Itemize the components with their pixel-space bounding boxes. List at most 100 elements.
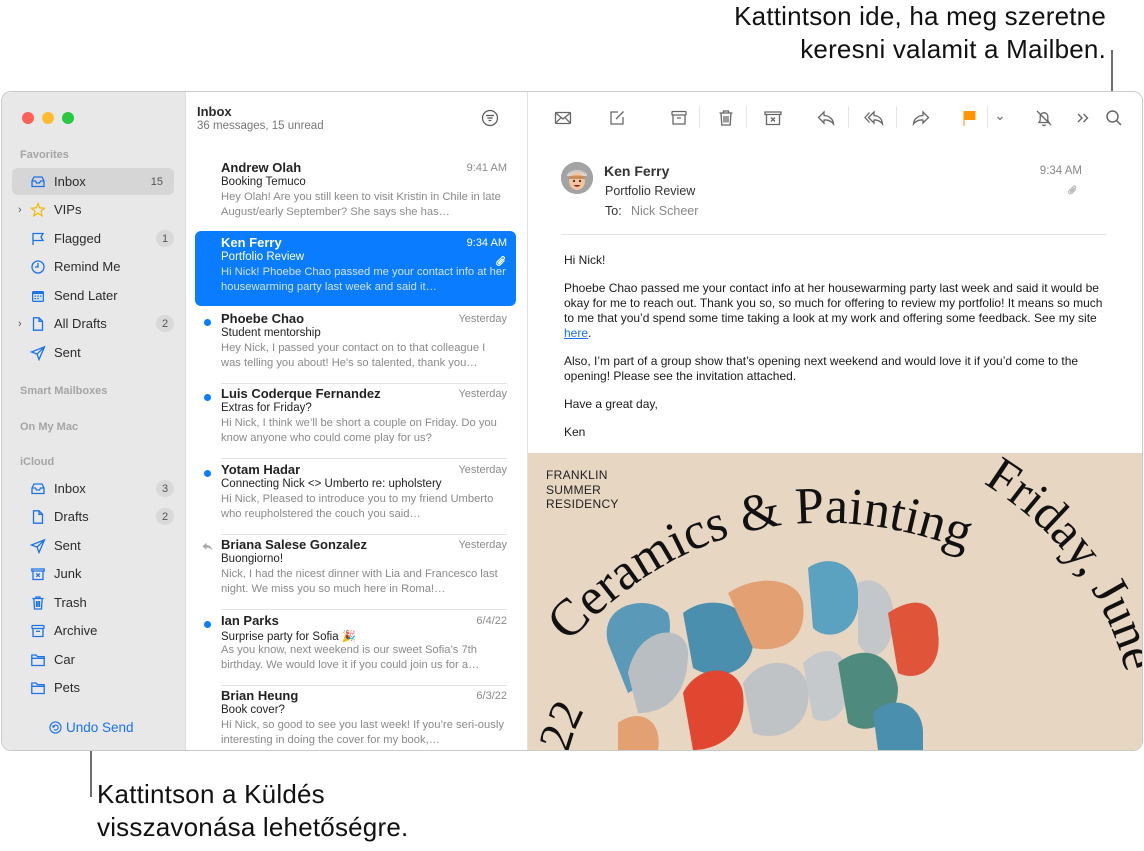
site-link[interactable]: here bbox=[564, 326, 588, 340]
inbox-icon bbox=[29, 173, 47, 191]
forward-button[interactable] bbox=[910, 107, 932, 129]
reply-button[interactable] bbox=[815, 107, 837, 129]
minimize-window-button[interactable] bbox=[42, 112, 54, 124]
document-icon bbox=[29, 508, 47, 526]
section-icloud[interactable]: iCloud bbox=[20, 456, 54, 468]
sidebar-item-icloud-drafts[interactable]: Drafts 2 bbox=[12, 503, 174, 530]
disclosure-chevron-icon[interactable]: › bbox=[18, 204, 22, 216]
poster-year: 22 bbox=[529, 693, 594, 750]
count-badge: 2 bbox=[156, 508, 174, 525]
mailbox-count: 36 messages, 15 unread bbox=[197, 120, 324, 132]
clay-letter bbox=[808, 561, 859, 635]
sidebar-item-all-drafts[interactable]: › All Drafts 2 bbox=[12, 310, 174, 337]
message-row[interactable]: Phoebe Chao Yesterday Student mentorship… bbox=[195, 307, 516, 384]
zoom-window-button[interactable] bbox=[62, 112, 74, 124]
attachment-icon bbox=[1068, 185, 1077, 195]
archive-icon bbox=[29, 622, 47, 640]
greeting: Hi Nick! bbox=[564, 253, 606, 267]
reading-pane: Ken Ferry Portfolio Review To: Nick Sche… bbox=[528, 92, 1142, 750]
search-button[interactable] bbox=[1103, 107, 1125, 129]
bell-slash-icon bbox=[1036, 110, 1052, 127]
star-icon bbox=[29, 201, 47, 219]
sidebar-item-send-later[interactable]: Send Later bbox=[12, 282, 174, 309]
envelope-icon bbox=[554, 111, 572, 125]
sidebar-item-icloud-junk[interactable]: Junk bbox=[12, 560, 174, 587]
delete-button[interactable] bbox=[715, 107, 737, 129]
junk-button[interactable] bbox=[762, 107, 784, 129]
disclosure-chevron-icon[interactable]: › bbox=[18, 318, 22, 330]
junk-icon bbox=[29, 565, 47, 583]
toolbar-divider bbox=[987, 106, 988, 128]
close-window-button[interactable] bbox=[22, 112, 34, 124]
undo-send-callout: Kattintson a Küldés visszavonása lehetős… bbox=[97, 779, 409, 842]
message-row[interactable]: Luis Coderque Fernandez Yesterday Extras… bbox=[195, 382, 516, 459]
sidebar-item-sent[interactable]: Sent bbox=[12, 339, 174, 366]
unread-badge: 15 bbox=[150, 175, 163, 188]
clay-letter bbox=[888, 602, 939, 677]
message-row[interactable]: Brian Heung 6/3/22 Book cover? Hi Nick, … bbox=[195, 684, 516, 750]
unread-dot bbox=[204, 621, 211, 628]
filter-icon[interactable] bbox=[481, 109, 499, 127]
message-row-selected[interactable]: Ken Ferry 9:34 AM Portfolio Review Hi Ni… bbox=[195, 231, 516, 306]
mailbox-title: Inbox bbox=[197, 104, 232, 119]
sidebar-item-icloud-archive[interactable]: Archive bbox=[12, 617, 174, 644]
flag-button[interactable] bbox=[958, 107, 980, 129]
poster-artwork: Ceramics & Painting Friday, June 22 bbox=[529, 453, 1142, 750]
email-body: Hi Nick! Phoebe Chao passed me your cont… bbox=[564, 253, 1114, 453]
sidebar-item-vips[interactable]: › VIPs bbox=[12, 196, 174, 223]
sidebar-item-flagged[interactable]: Flagged 1 bbox=[12, 225, 174, 252]
count-badge: 1 bbox=[156, 230, 174, 247]
inbox-icon bbox=[29, 480, 47, 498]
attachment-invitation-image[interactable]: Ceramics & Painting Friday, June 22 FRAN… bbox=[528, 453, 1142, 750]
sidebar-item-inbox[interactable]: Inbox 15 bbox=[12, 168, 174, 195]
section-favorites[interactable]: Favorites bbox=[20, 149, 69, 161]
sidebar: Favorites Inbox 15 › VIPs Flagged 1 Remi… bbox=[2, 92, 186, 750]
chevron-down-icon bbox=[997, 116, 1003, 121]
clay-letter bbox=[683, 670, 744, 750]
archive-button[interactable] bbox=[668, 107, 690, 129]
message-list: Inbox 36 messages, 15 unread Andrew Olah… bbox=[186, 92, 528, 750]
sidebar-item-icloud-inbox[interactable]: Inbox 3 bbox=[12, 475, 174, 502]
unread-dot bbox=[204, 470, 211, 477]
closing: Have a great day, bbox=[564, 397, 658, 411]
message-row[interactable]: Yotam Hadar Yesterday Connecting Nick <>… bbox=[195, 458, 516, 535]
undo-send-button[interactable]: Undo Send bbox=[49, 720, 134, 735]
unread-dot bbox=[204, 319, 211, 326]
section-on-my-mac[interactable]: On My Mac bbox=[20, 421, 78, 433]
sidebar-item-icloud-car[interactable]: Car bbox=[12, 646, 174, 673]
calendar-icon bbox=[29, 287, 47, 305]
sender-avatar bbox=[561, 162, 593, 194]
folder-icon bbox=[29, 679, 47, 697]
section-smart-mailboxes[interactable]: Smart Mailboxes bbox=[20, 385, 107, 397]
recipient-name[interactable]: Nick Scheer bbox=[631, 204, 698, 218]
replied-icon bbox=[202, 542, 213, 551]
reply-all-button[interactable] bbox=[863, 107, 885, 129]
trash-icon bbox=[719, 110, 733, 126]
sidebar-item-icloud-trash[interactable]: Trash bbox=[12, 589, 174, 616]
sender-name[interactable]: Ken Ferry bbox=[604, 163, 669, 179]
undo-send-callout-line bbox=[90, 743, 92, 797]
sidebar-item-icloud-pets[interactable]: Pets bbox=[12, 674, 174, 701]
undo-icon bbox=[49, 721, 62, 734]
more-toolbar-items-button[interactable] bbox=[1072, 107, 1094, 129]
compose-button[interactable] bbox=[606, 107, 628, 129]
message-row[interactable]: Ian Parks 6/4/22 Surprise party for Sofi… bbox=[195, 609, 516, 686]
folder-icon bbox=[29, 651, 47, 669]
memoji-avatar-icon bbox=[561, 162, 593, 194]
mail-window: Favorites Inbox 15 › VIPs Flagged 1 Remi… bbox=[1, 91, 1143, 751]
email-time: 9:34 AM bbox=[1039, 165, 1082, 177]
flag-menu-button[interactable] bbox=[989, 107, 1011, 129]
mute-button[interactable] bbox=[1033, 107, 1055, 129]
toolbar-divider bbox=[848, 106, 849, 128]
sidebar-item-icloud-sent[interactable]: Sent bbox=[12, 532, 174, 559]
message-row[interactable]: Andrew Olah 9:41 AM Booking Temuco Hey O… bbox=[195, 156, 516, 231]
message-row[interactable]: Briana Salese Gonzalez Yesterday Buongio… bbox=[195, 533, 516, 610]
clay-letter bbox=[743, 662, 809, 736]
poster-date: Friday, June bbox=[977, 453, 1142, 676]
clock-icon bbox=[29, 258, 47, 276]
double-chevron-right-icon bbox=[1077, 113, 1089, 123]
sidebar-item-remind-me[interactable]: Remind Me bbox=[12, 253, 174, 280]
get-mail-button[interactable] bbox=[552, 107, 574, 129]
forward-icon bbox=[912, 110, 930, 127]
paperplane-icon bbox=[29, 537, 47, 555]
